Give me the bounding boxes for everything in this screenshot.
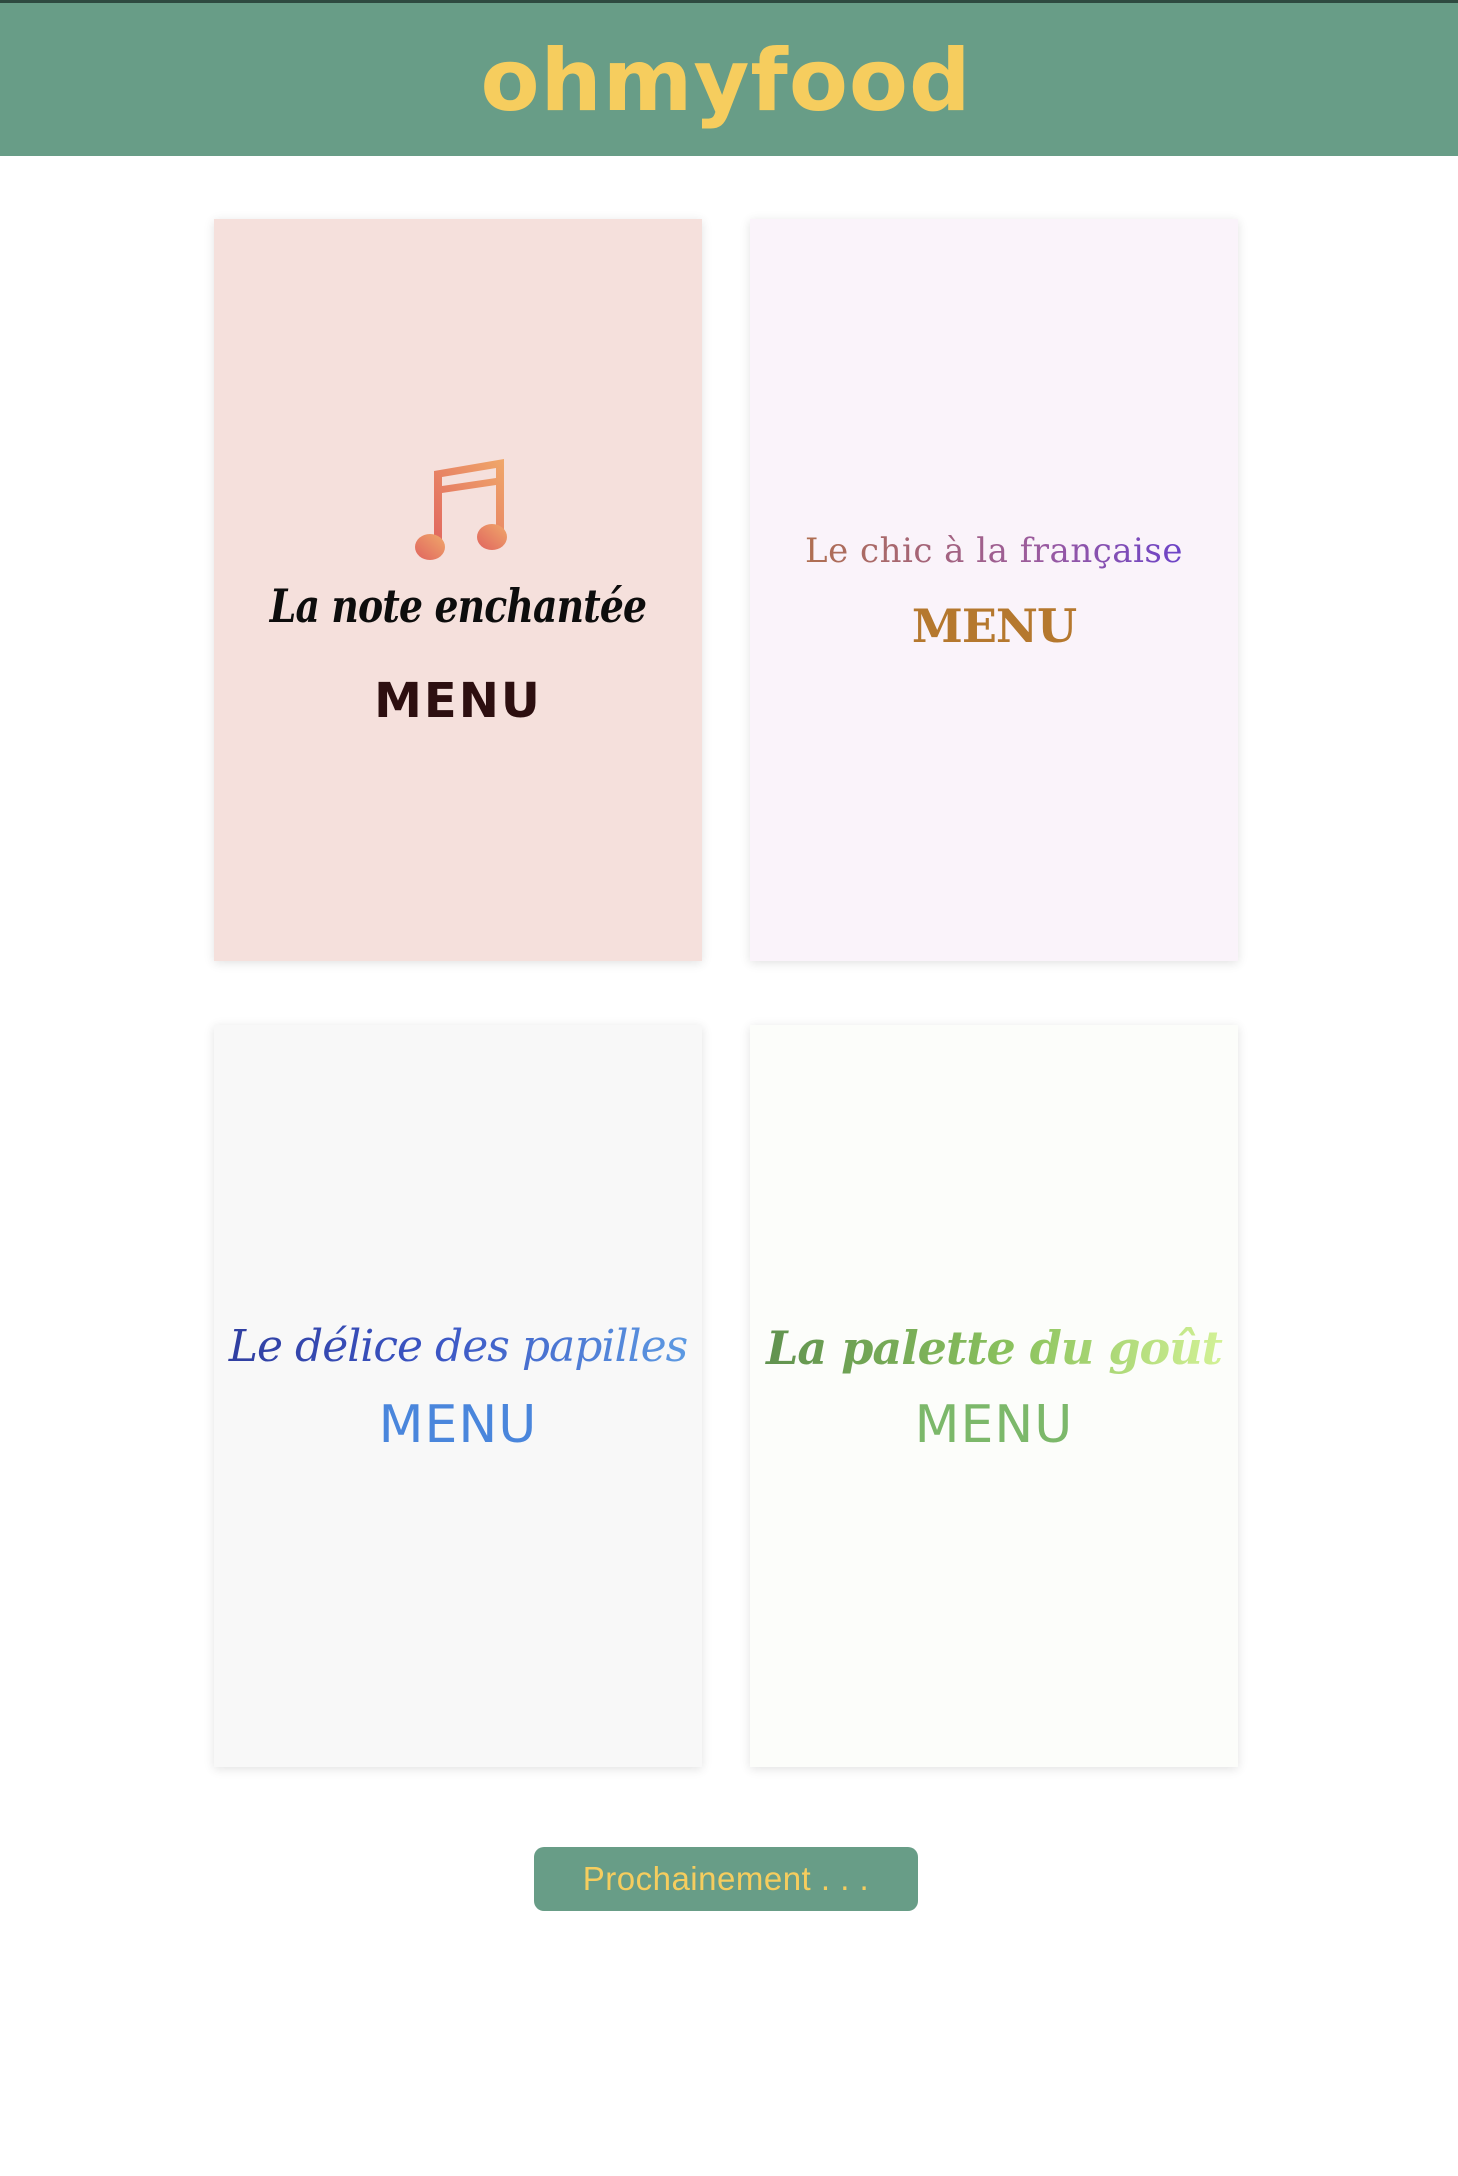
music-note-icon bbox=[415, 459, 507, 560]
menu-link[interactable]: MENU bbox=[214, 1395, 702, 1455]
menu-link[interactable]: MENU bbox=[750, 1395, 1238, 1455]
site-logo[interactable]: ohmyfood bbox=[0, 31, 1452, 131]
restaurant-card-note-enchantee[interactable]: La note enchantée MENU bbox=[214, 219, 702, 961]
restaurant-name: La note enchantée bbox=[269, 579, 647, 633]
menu-link[interactable]: MENU bbox=[750, 599, 1238, 653]
restaurant-name: La palette du goût bbox=[750, 1321, 1238, 1375]
site-header: ohmyfood bbox=[0, 0, 1458, 156]
restaurant-name: Le chic à la française bbox=[750, 531, 1238, 571]
restaurant-card-palette-gout[interactable]: La palette du goût MENU bbox=[750, 1025, 1238, 1767]
restaurant-card-delice-papilles[interactable]: Le délice des papilles MENU bbox=[214, 1025, 702, 1767]
menu-link[interactable]: MENU bbox=[214, 673, 702, 729]
restaurant-name: Le délice des papilles bbox=[214, 1321, 702, 1372]
restaurant-card-chic-francaise[interactable]: Le chic à la française MENU bbox=[750, 219, 1238, 961]
coming-soon-button[interactable]: Prochainement . . . bbox=[534, 1847, 918, 1911]
